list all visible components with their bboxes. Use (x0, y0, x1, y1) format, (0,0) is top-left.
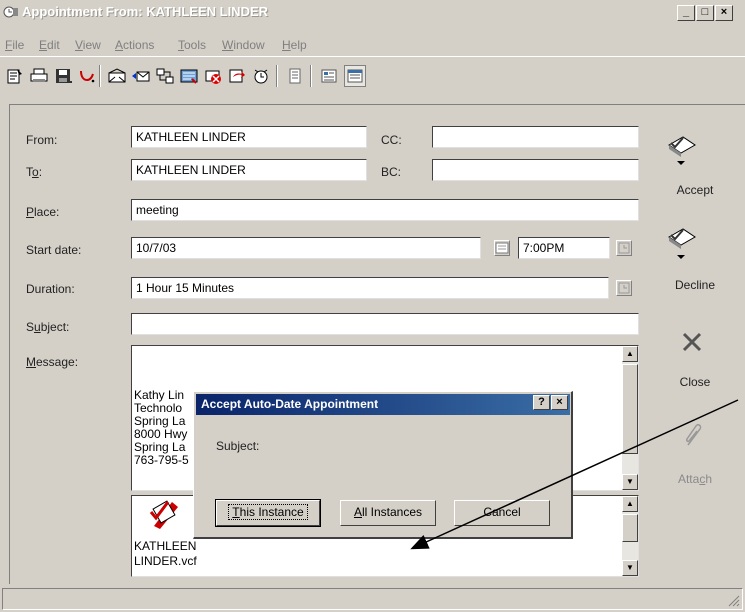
subject-label: Subject: (26, 320, 70, 334)
decline-button[interactable]: Decline (665, 278, 725, 292)
calendar-icon[interactable] (344, 65, 366, 87)
toolbar-separator (276, 65, 278, 87)
toolbar-separator (99, 65, 101, 87)
schedule-icon[interactable] (154, 65, 176, 87)
close-window-button[interactable]: × (715, 5, 733, 21)
menu-help[interactable]: Help (282, 38, 307, 52)
start-date-label: Start date: (26, 243, 82, 257)
cancel-button[interactable]: Cancel (454, 500, 550, 526)
toolbar-separator (310, 65, 312, 87)
toolbar (0, 56, 745, 92)
start-time-field[interactable]: 7:00PM (518, 237, 610, 259)
duration-field[interactable]: 1 Hour 15 Minutes (131, 277, 609, 299)
time-picker-icon[interactable] (616, 240, 632, 256)
menu-actions[interactable]: Actions (115, 38, 154, 52)
title-bar[interactable]: Appointment From: KATHLEEN LINDER _ □ × (0, 0, 745, 34)
reply-icon[interactable] (130, 65, 152, 87)
duration-picker-icon[interactable] (616, 280, 632, 296)
attach-button[interactable]: Attach (665, 472, 725, 486)
attach-icon[interactable] (76, 65, 98, 87)
menu-window[interactable]: Window (222, 38, 265, 52)
all-instances-button[interactable]: All Instances (340, 500, 436, 526)
subject-field[interactable] (131, 313, 639, 335)
delete-icon[interactable] (202, 65, 224, 87)
alarm-icon[interactable] (250, 65, 272, 87)
save-icon[interactable] (52, 65, 74, 87)
start-date-field[interactable]: 10/7/03 (131, 237, 481, 259)
attachment-name-line1: KATHLEEN (134, 539, 197, 553)
appointment-window: Appointment From: KATHLEEN LINDER _ □ × … (0, 0, 745, 612)
scroll-thumb[interactable] (622, 514, 638, 542)
close-icon[interactable] (680, 331, 704, 356)
accept-auto-date-dialog: Accept Auto-Date Appointment ? × Subject… (193, 391, 573, 539)
print-icon[interactable] (28, 65, 50, 87)
accept-icon[interactable] (665, 131, 699, 168)
cc-label: CC: (381, 133, 402, 147)
open-envelope-icon[interactable] (106, 65, 128, 87)
properties-icon[interactable] (4, 65, 26, 87)
dialog-subject-label: Subject: (216, 439, 260, 453)
accept-button[interactable]: Accept (665, 183, 725, 197)
menu-tools[interactable]: Tools (178, 38, 206, 52)
close-button[interactable]: Close (665, 375, 725, 389)
cc-field[interactable] (432, 126, 639, 148)
resize-grip-icon[interactable] (728, 595, 740, 607)
to-field[interactable]: KATHLEEN LINDER (131, 159, 367, 181)
card-icon[interactable] (178, 65, 200, 87)
this-instance-button[interactable]: This Instance (215, 499, 321, 527)
vcard-icon[interactable] (146, 498, 180, 533)
paperclip-icon[interactable] (682, 423, 704, 452)
bc-field[interactable] (432, 159, 639, 181)
dialog-title: Accept Auto-Date Appointment (201, 397, 379, 411)
place-field[interactable]: meeting (131, 199, 639, 221)
decline-icon[interactable] (665, 223, 699, 264)
bc-label: BC: (381, 165, 402, 179)
notes-icon[interactable] (284, 65, 306, 87)
scroll-down-icon[interactable]: ▼ (622, 560, 638, 576)
from-field[interactable]: KATHLEEN LINDER (131, 126, 367, 148)
message-label: Message: (26, 355, 79, 369)
from-label: From: (26, 133, 58, 147)
duration-label: Duration: (26, 282, 75, 296)
scroll-down-icon[interactable]: ▼ (622, 474, 638, 490)
attachment-name-line2: LINDER.vcf (134, 554, 197, 568)
forward-icon[interactable] (226, 65, 248, 87)
calendar-picker-icon[interactable] (494, 240, 510, 256)
scroll-up-icon[interactable]: ▲ (622, 346, 638, 362)
message-line: 763-795-5 (134, 453, 189, 467)
minimize-button[interactable]: _ (677, 5, 695, 21)
menu-file[interactable]: File (5, 38, 24, 52)
dialog-title-bar[interactable]: Accept Auto-Date Appointment (196, 394, 570, 415)
to-label: To: (26, 165, 43, 179)
message-scrollbar[interactable]: ▲ ▼ (622, 346, 638, 490)
menu-bar: File Edit View Actions Tools Window Help (0, 34, 745, 56)
dialog-help-button[interactable]: ? (533, 395, 550, 410)
appointment-icon (3, 4, 19, 20)
scroll-up-icon[interactable]: ▲ (622, 496, 638, 512)
attachment-scrollbar[interactable]: ▲ ▼ (622, 496, 638, 576)
scroll-thumb[interactable] (622, 364, 638, 454)
status-bar (2, 588, 743, 610)
place-label: Place: (26, 205, 60, 219)
window-title: Appointment From: KATHLEEN LINDER (22, 4, 269, 19)
menu-view[interactable]: View (75, 38, 101, 52)
menu-edit[interactable]: Edit (39, 38, 60, 52)
dialog-close-button[interactable]: × (551, 395, 568, 410)
list-icon[interactable] (318, 65, 340, 87)
maximize-button[interactable]: □ (696, 5, 714, 21)
